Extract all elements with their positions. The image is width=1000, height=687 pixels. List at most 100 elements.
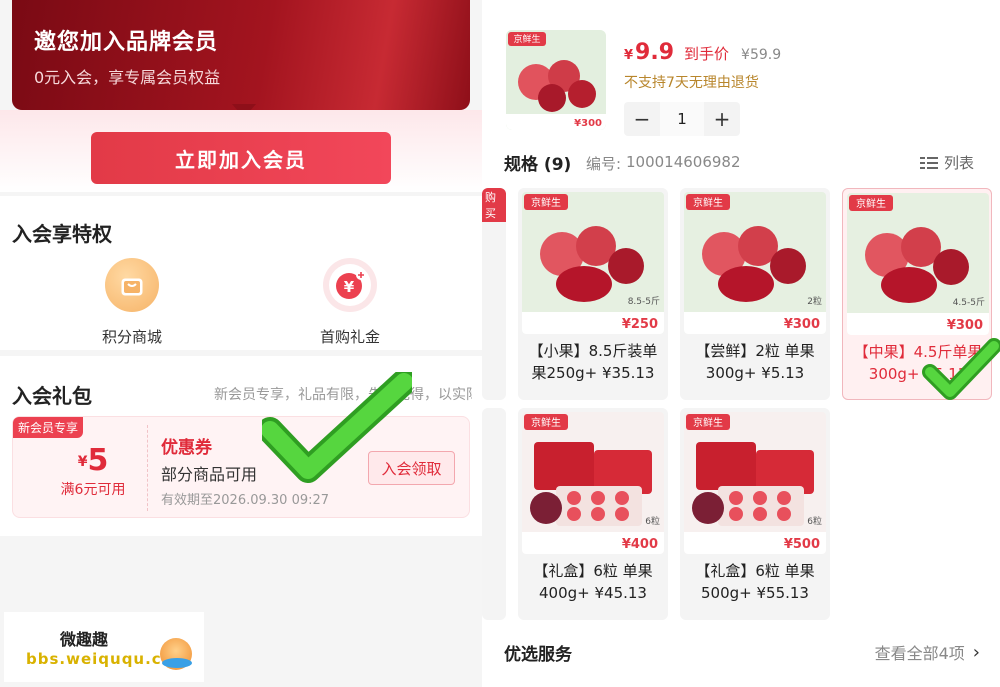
- gift-pack-title: 入会礼包: [12, 384, 92, 408]
- list-view-toggle[interactable]: 列表: [919, 152, 974, 173]
- spec-weight-tag: 2粒: [807, 295, 822, 307]
- privileges-title: 入会享特权: [12, 222, 112, 246]
- spec-price: 300g+ ¥5.13: [868, 365, 968, 383]
- quantity-value[interactable]: 1: [660, 102, 704, 136]
- coupon-currency: ¥: [77, 454, 88, 470]
- banner-subtitle: 0元入会，享专属会员权益: [34, 68, 221, 87]
- spec-badge: 京鲜生: [856, 197, 886, 210]
- spec-weight-tag: 4.5-5斤: [953, 297, 985, 308]
- spec-price: 400g+ ¥45.13: [539, 584, 647, 602]
- coupon-amount: ¥5: [43, 443, 143, 478]
- banner-title: 邀您加入品牌会员: [34, 30, 219, 55]
- coupon-value: 5: [87, 443, 109, 478]
- pomegranate-mark: [692, 492, 724, 524]
- privilege-label: 首购礼金: [319, 328, 380, 346]
- svg-text:¥: ¥: [344, 278, 355, 296]
- pomegranate-mark: [777, 507, 791, 521]
- spec-title: 规格 (9): [504, 155, 572, 175]
- watermark: 微趣趣 bbs.weiququ.cn: [4, 612, 204, 682]
- join-area: 立即加入会员: [0, 110, 482, 192]
- thumb-badge: 京鲜生: [513, 33, 540, 45]
- pomegranate-seeds: [881, 267, 937, 303]
- pomegranate-mark: [567, 507, 581, 521]
- spec-image: 京鲜生 6粒 ¥400: [522, 412, 664, 554]
- pomegranate-mark: [567, 491, 581, 505]
- spec-card-label: 【小果】8.5斤装单 果250g+ ¥35.13: [518, 340, 668, 384]
- spec-card[interactable]: 京鲜生 6粒 ¥400 【礼盒】6粒 单果 400g+ ¥45.13: [518, 408, 668, 620]
- spec-grid: 购买 京鲜生 8.5-5斤 ¥250 【小果】8.5斤装单 果250g+ ¥35.1…: [482, 184, 1000, 624]
- spec-badge: 京鲜生: [531, 196, 561, 209]
- pomegranate-mark: [591, 507, 605, 521]
- services-row[interactable]: 优选服务 查看全部4项 ›: [482, 624, 1000, 687]
- pomegranate-mark: [753, 507, 767, 521]
- spec-price: 果250g+ ¥35.13: [531, 364, 655, 382]
- pomegranate-mark: [615, 507, 629, 521]
- original-price: ¥59.9: [741, 47, 782, 63]
- spec-name: 【礼盒】6粒 单果: [533, 562, 653, 580]
- gift-pack-section: 入会礼包 新会员专享，礼品有限，先到先得，以实际使用为准 新会员专享 ¥5 满6…: [0, 356, 482, 536]
- coupon-min-spend: 满6元可用: [60, 482, 126, 498]
- watermark-title: 微趣趣: [60, 630, 109, 649]
- spec-badge: 京鲜生: [693, 416, 723, 429]
- join-member-button[interactable]: 立即加入会员: [91, 132, 391, 184]
- pomegranate-mark: [729, 491, 743, 505]
- claim-coupon-button[interactable]: 入会领取: [368, 451, 455, 485]
- spec-weight-tag: 6粒: [807, 515, 822, 527]
- spec-card-selected[interactable]: 京鲜生 4.5-5斤 ¥300 【中果】4.5斤单果 300g+ ¥5.13: [842, 188, 992, 400]
- spec-price-tag: ¥300: [947, 318, 983, 333]
- pomegranate-mark: [770, 248, 806, 284]
- spec-card-partial[interactable]: [482, 408, 506, 620]
- pomegranate-mark: [777, 491, 791, 505]
- watermark-avatar: [160, 638, 192, 670]
- coupon-divider: [147, 425, 148, 511]
- privileges-section: 入会享特权 积分商城 ¥ 首购礼金: [0, 196, 482, 350]
- services-title: 优选服务: [504, 645, 572, 665]
- coupon-card: 新会员专享 ¥5 满6元可用 优惠券 部分商品可用 有效期至2026.09.30…: [12, 416, 470, 518]
- spec-price-tag: ¥300: [784, 317, 820, 332]
- pomegranate-mark: [615, 491, 629, 505]
- quantity-stepper: − 1 +: [624, 102, 740, 136]
- sku-panel: 京鲜生 ¥300 ¥ 9.9 到手价 ¥59.9 不支持7天无理由退货 − 1 …: [482, 0, 1000, 687]
- coupon-scope: 部分商品可用: [161, 465, 258, 484]
- services-more[interactable]: 查看全部4项 ›: [875, 640, 980, 664]
- pomegranate-mark: [530, 492, 562, 524]
- spec-name: 【礼盒】6粒 单果: [695, 562, 815, 580]
- increase-button[interactable]: +: [704, 102, 740, 136]
- spec-image: 京鲜生 2粒 ¥300: [684, 192, 826, 334]
- pomegranate-mark: [933, 249, 969, 285]
- price-currency: ¥: [624, 48, 634, 63]
- yuan-plus-icon: ¥: [323, 258, 377, 312]
- final-price-label: 到手价: [684, 45, 730, 63]
- spec-card-partial[interactable]: 购买: [482, 188, 506, 400]
- final-price: 9.9: [635, 40, 675, 65]
- coupon-tag: 新会员专享: [13, 417, 84, 438]
- spec-weight-tag: 6粒: [645, 515, 660, 527]
- decrease-button[interactable]: −: [624, 102, 660, 136]
- privilege-points-mall[interactable]: 积分商城: [72, 258, 192, 347]
- spec-price: 300g+ ¥5.13: [705, 364, 805, 382]
- spec-card[interactable]: 京鲜生 2粒 ¥300 【尝鲜】2粒 单果 300g+ ¥5.13: [680, 188, 830, 400]
- pomegranate-seeds: [718, 266, 774, 302]
- services-more-label: 查看全部4项: [874, 644, 965, 663]
- privilege-first-purchase[interactable]: ¥ 首购礼金: [290, 258, 410, 347]
- pomegranate-mark: [608, 248, 644, 284]
- spec-name: 【小果】8.5斤装单: [528, 342, 658, 360]
- shopping-bag-icon: [105, 258, 159, 312]
- pomegranate-mark: [591, 491, 605, 505]
- list-view-label: 列表: [943, 154, 974, 172]
- spec-price-tag: ¥400: [622, 537, 658, 552]
- spec-price-tag: ¥500: [784, 537, 820, 552]
- spec-card-label: 【中果】4.5斤单果 300g+ ¥5.13: [843, 341, 991, 385]
- spec-card[interactable]: 京鲜生 6粒 ¥500 【礼盒】6粒 单果 500g+ ¥55.13: [680, 408, 830, 620]
- thumb-price: ¥300: [574, 118, 602, 129]
- price-row: ¥ 9.9 到手价 ¥59.9: [624, 40, 781, 65]
- spec-card[interactable]: 京鲜生 8.5-5斤 ¥250 【小果】8.5斤装单 果250g+ ¥35.13: [518, 188, 668, 400]
- spec-card-label: 【礼盒】6粒 单果 400g+ ¥45.13: [518, 560, 668, 604]
- gift-box: [534, 442, 594, 490]
- product-thumbnail[interactable]: 京鲜生 ¥300: [506, 30, 606, 130]
- spec-card-label: 【尝鲜】2粒 单果 300g+ ¥5.13: [680, 340, 830, 384]
- spec-name: 【尝鲜】2粒 单果: [695, 342, 815, 360]
- pomegranate-seeds: [556, 266, 612, 302]
- spec-code-label: 编号:: [586, 155, 622, 173]
- spec-price-tag: ¥250: [622, 317, 658, 332]
